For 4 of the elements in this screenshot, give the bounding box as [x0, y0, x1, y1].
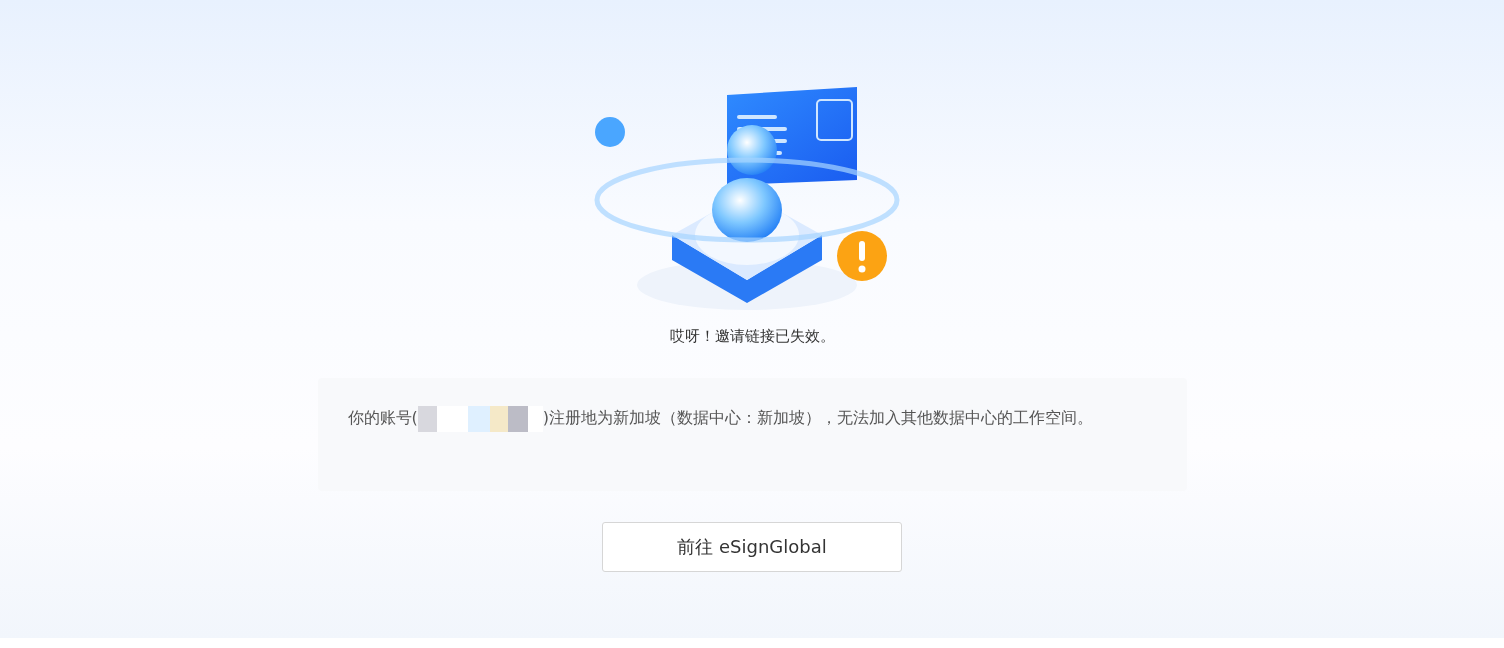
exclamation-icon [837, 231, 887, 281]
error-title: 哎呀！邀请链接已失效。 [669, 327, 835, 346]
go-to-esignglobal-button[interactable]: 前往 eSignGlobal [602, 522, 902, 572]
notice-message: 你的账号( )注册地为新加坡（数据中心：新加坡），无法加入其他数据中心的工作空间。 [347, 402, 1157, 434]
